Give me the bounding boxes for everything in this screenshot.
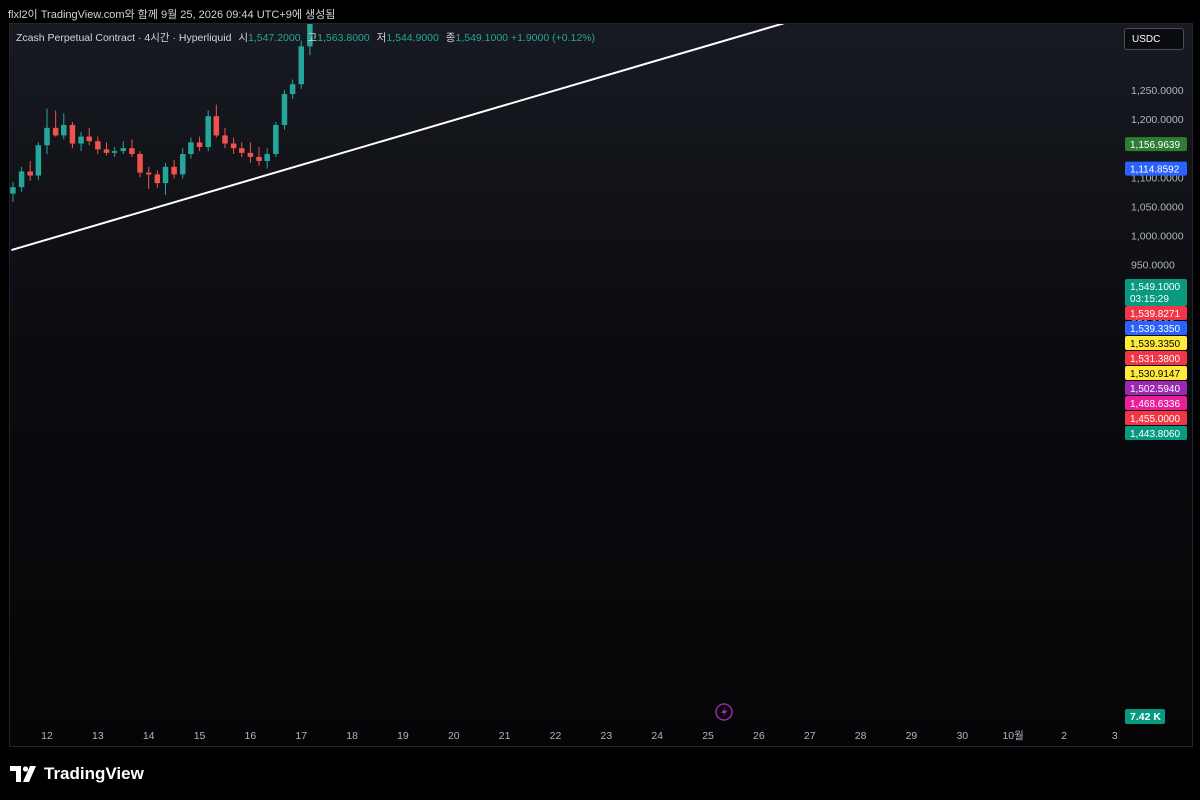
open-label: 시: [238, 32, 248, 44]
volume-badge: 7.42 K: [1130, 711, 1161, 723]
symbol-title[interactable]: Zcash Perpetual Contract · 4시간 · Hyperli…: [16, 32, 231, 44]
price-label: 1,539.3350: [1130, 324, 1180, 335]
candle-body: [145, 172, 152, 175]
candle-body: [69, 124, 76, 144]
candle-body: [35, 145, 42, 176]
candle-body: [27, 171, 33, 176]
x-tick-label: 16: [245, 730, 257, 742]
tradingview-logo-icon: [10, 766, 36, 782]
price-label: 1,468.6336: [1130, 399, 1180, 410]
candle-body: [222, 135, 228, 144]
x-tick-label: 18: [346, 730, 358, 742]
candle-body: [86, 136, 92, 142]
candle-body: [10, 187, 16, 194]
candle-body: [180, 154, 186, 175]
x-tick-label: 20: [448, 730, 460, 742]
price-label: 1,531.3800: [1130, 354, 1180, 365]
tradingview-logo[interactable]: TradingView: [10, 764, 144, 784]
x-tick-label: 14: [143, 730, 155, 742]
y-tick-label: 950.0000: [1131, 260, 1175, 272]
price-label: 1,156.9639: [1130, 140, 1180, 151]
x-tick-label: 21: [499, 730, 511, 742]
x-tick-label: 22: [550, 730, 562, 742]
price-label: 1,502.5940: [1130, 384, 1180, 395]
high-value: 1,563.8000: [317, 32, 370, 44]
currency-button[interactable]: USDC: [1124, 28, 1184, 50]
tradingview-logo-text: TradingView: [44, 764, 144, 783]
candle-body: [281, 94, 288, 125]
candle-body: [315, 0, 321, 11]
candle-body: [298, 46, 304, 85]
x-tick-label: 10월: [1002, 730, 1023, 742]
low-value: 1,544.9000: [386, 32, 439, 44]
candle-body: [154, 174, 161, 184]
candle-body: [256, 156, 262, 162]
x-tick-label: 23: [601, 730, 613, 742]
price-label: 1,455.0000: [1130, 414, 1180, 425]
lightning-icon-bolt: [721, 706, 728, 718]
price-label: 1,114.8592: [1130, 165, 1180, 176]
x-tick-label: 13: [92, 730, 104, 742]
price-label: 1,539.3350: [1130, 339, 1180, 350]
candle-body: [289, 84, 296, 95]
candle-body: [171, 166, 177, 175]
candle-body: [44, 127, 50, 146]
x-tick-label: 17: [295, 730, 307, 742]
candle-body: [264, 154, 270, 162]
candle-body: [129, 148, 135, 155]
y-tick-label: 1,250.0000: [1131, 85, 1184, 97]
change-value: +1.9000 (+0.12%): [510, 32, 596, 44]
candle-body: [18, 171, 25, 188]
candle-body: [205, 116, 211, 148]
price-label: 1,549.1000: [1130, 282, 1180, 293]
y-tick-label: 1,200.0000: [1131, 114, 1184, 126]
x-tick-label: 3: [1112, 730, 1118, 742]
candle-body: [137, 154, 143, 173]
candle-body: [52, 127, 59, 136]
candle-body: [239, 148, 245, 153]
x-tick-label: 12: [41, 730, 53, 742]
candle-body: [188, 142, 194, 155]
candlestick-chart[interactable]: 1,900.00001,850.00001,800.00001,750.0000…: [0, 0, 1200, 800]
candle-body: [230, 143, 237, 149]
x-tick-label: 15: [194, 730, 206, 742]
candle-body: [120, 148, 127, 152]
x-tick-label: 25: [702, 730, 714, 742]
x-tick-label: 30: [956, 730, 968, 742]
candle-body: [196, 142, 203, 148]
symbol-legend: Zcash Perpetual Contract · 4시간 · Hyperli…: [16, 30, 595, 45]
y-tick-label: 1,050.0000: [1131, 201, 1184, 213]
low-label: 저: [376, 32, 387, 44]
x-tick-label: 27: [804, 730, 816, 742]
x-tick-label: 29: [906, 730, 918, 742]
x-tick-label: 26: [753, 730, 765, 742]
price-label: 1,443.8060: [1130, 429, 1180, 440]
close-value: 1,549.1000: [455, 32, 509, 44]
open-value: 1,547.2000: [248, 32, 301, 44]
price-label: 1,539.8271: [1130, 309, 1180, 320]
y-tick-label: 1,000.0000: [1131, 231, 1184, 243]
candle-body: [247, 152, 254, 157]
candle-body: [95, 141, 101, 150]
candle-body: [111, 151, 118, 153]
high-label: 고: [307, 32, 318, 44]
x-tick-label: 28: [855, 730, 867, 742]
x-tick-label: 2: [1061, 730, 1067, 742]
x-tick-label: 24: [651, 730, 663, 742]
x-tick-label: 19: [397, 730, 409, 742]
candle-body: [162, 166, 169, 184]
candle-body: [103, 149, 110, 153]
candle-body: [273, 124, 279, 155]
price-label: 1,530.9147: [1130, 369, 1180, 380]
candle-body: [78, 136, 84, 144]
candle-body: [61, 124, 67, 136]
candle-body: [213, 116, 220, 136]
countdown-label: 03:15:29: [1130, 294, 1169, 305]
